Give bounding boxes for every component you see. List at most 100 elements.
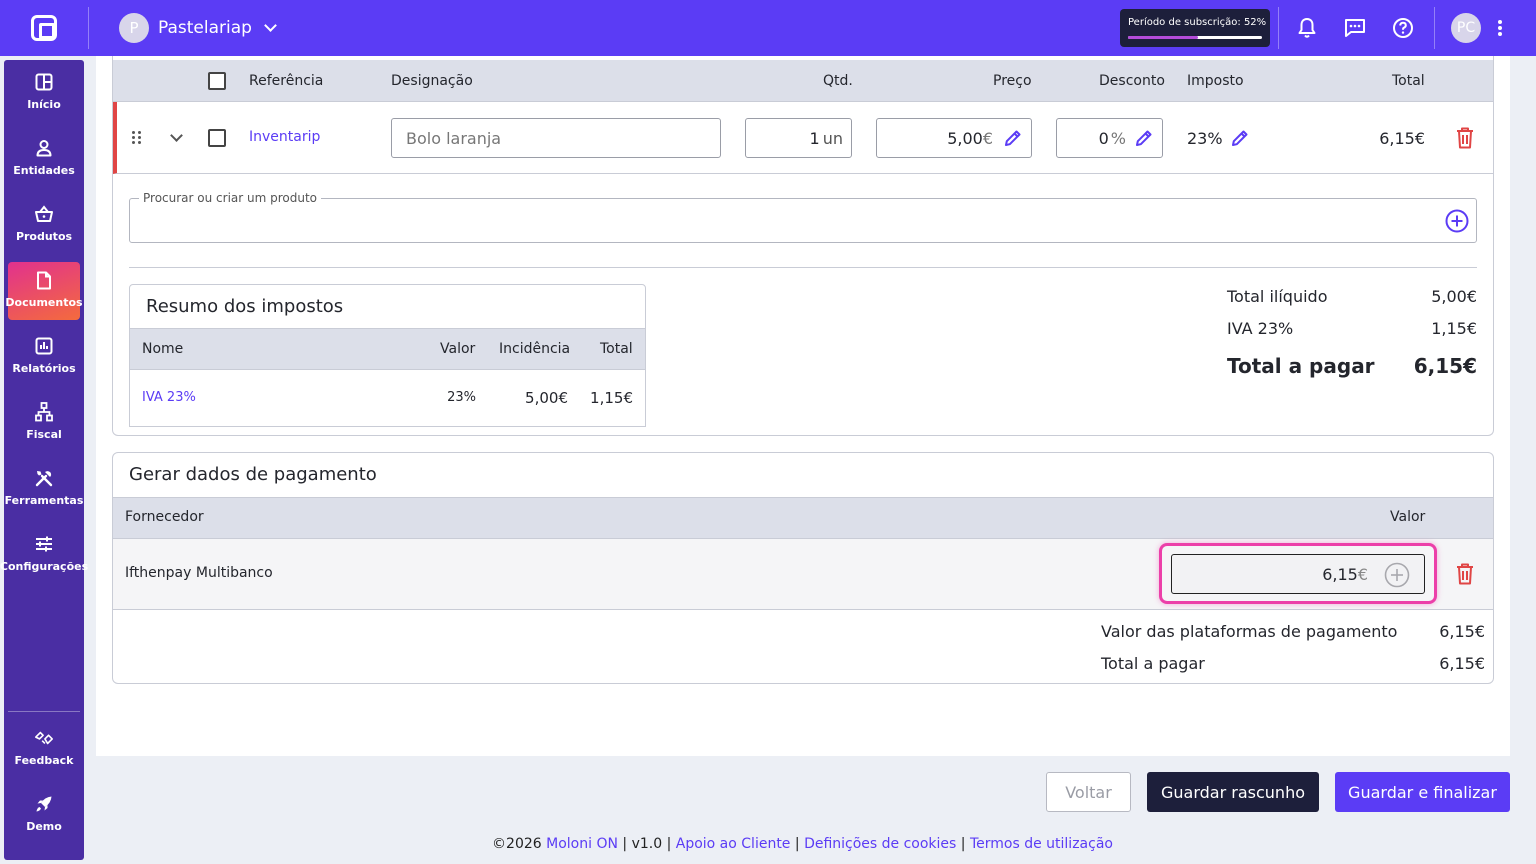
sidebar-item-configuracoes[interactable]: Configurações <box>0 526 88 584</box>
sidebar-item-produtos[interactable]: Produtos <box>8 196 80 254</box>
tax-header-total: Total <box>600 341 633 357</box>
sidebar-item-label: Documentos <box>5 296 83 309</box>
edit-tax-pencil-icon[interactable] <box>1230 128 1250 148</box>
sidebar-item-ferramentas[interactable]: Ferramentas <box>5 460 83 518</box>
basket-icon <box>34 204 54 224</box>
sidebar-item-fiscal[interactable]: Fiscal <box>8 394 80 452</box>
sidebar-item-inicio[interactable]: Início <box>8 64 80 122</box>
company-avatar: P <box>119 13 149 43</box>
bell-icon[interactable] <box>1295 16 1319 40</box>
line-total: 6,15€ <box>1379 129 1425 148</box>
divider <box>1278 7 1279 49</box>
payment-platforms-label: Valor das plataformas de pagamento <box>1101 622 1398 641</box>
quantity-input[interactable]: 1 un <box>745 118 852 158</box>
header-total: Total <box>1392 73 1425 89</box>
footer-separator: | <box>960 836 966 852</box>
save-finalize-button[interactable]: Guardar e finalizar <box>1335 772 1510 812</box>
designation-input[interactable]: Bolo laranja <box>391 118 721 158</box>
moloni-logo-icon[interactable] <box>31 15 57 41</box>
tax-header-name: Nome <box>142 341 184 357</box>
sidebar-item-label: Feedback <box>14 754 74 767</box>
product-reference-link[interactable]: Inventarip <box>249 129 320 145</box>
designation-value: Bolo laranja <box>406 128 502 148</box>
footer-separator: | <box>666 836 672 852</box>
person-icon <box>34 138 54 158</box>
delete-payment-trash-icon[interactable] <box>1456 563 1474 585</box>
vat-total-value: 1,15€ <box>1431 319 1477 338</box>
sidebar-item-label: Configurações <box>0 560 89 573</box>
subscription-progress-fill <box>1128 36 1198 39</box>
dashboard-icon <box>34 72 54 92</box>
company-selector[interactable]: P Pastelariap <box>119 13 277 43</box>
vat-total-label: IVA 23% <box>1227 319 1294 338</box>
sidebar-item-label: Demo <box>26 820 62 833</box>
section-divider <box>129 267 1477 268</box>
net-total-value: 5,00€ <box>1431 287 1477 306</box>
payment-total-label: Total a pagar <box>1101 654 1205 673</box>
product-search-input[interactable] <box>129 198 1477 243</box>
drag-handle-icon[interactable] <box>132 131 142 145</box>
payment-platforms-value: 6,15€ <box>1439 622 1485 641</box>
user-avatar[interactable]: PC <box>1451 13 1481 43</box>
footer-version: v1.0 <box>631 836 663 852</box>
tools-icon <box>34 468 54 488</box>
company-name: Pastelariap <box>158 18 252 38</box>
price-currency: € <box>982 128 993 148</box>
payment-currency: € <box>1357 565 1368 584</box>
tax-row-name-link[interactable]: IVA 23% <box>142 390 196 405</box>
sidebar-item-relatorios[interactable]: Relatórios <box>8 328 80 386</box>
back-button[interactable]: Voltar <box>1046 772 1131 812</box>
edit-discount-pencil-icon[interactable] <box>1134 128 1154 148</box>
edit-price-pencil-icon[interactable] <box>1003 128 1023 148</box>
tax-header-value: Valor <box>440 341 476 357</box>
delete-line-trash-icon[interactable] <box>1456 127 1474 149</box>
footer-brand-link[interactable]: Moloni ON <box>546 836 618 852</box>
subscription-period-badge[interactable]: Período de subscrição: 52% <box>1120 9 1270 47</box>
tax-summary-header: Nome Valor Incidência Total <box>130 328 645 370</box>
sidebar-item-feedback[interactable]: Feedback <box>8 720 80 778</box>
payment-total-value: 6,15€ <box>1439 654 1485 673</box>
header-price: Preço <box>993 73 1032 89</box>
divider <box>88 7 89 49</box>
payment-value-input[interactable]: 6,15€ <box>1171 554 1425 594</box>
add-circle-icon[interactable] <box>1384 562 1410 588</box>
select-all-checkbox[interactable] <box>208 72 226 90</box>
sidebar-item-label: Produtos <box>15 230 73 243</box>
document-icon <box>34 270 54 290</box>
footer-support-link[interactable]: Apoio ao Cliente <box>676 836 791 852</box>
footer-copyright: ©2026 <box>492 836 542 852</box>
header-designation: Designação <box>391 73 473 89</box>
header-tax: Imposto <box>1187 73 1244 89</box>
more-vertical-icon[interactable] <box>1488 16 1512 40</box>
sidebar-item-label: Entidades <box>13 164 75 177</box>
payment-data-title: Gerar dados de pagamento <box>129 464 377 485</box>
sidebar: Início Entidades Produtos Documentos Rel… <box>0 60 88 860</box>
payment-provider-name: Ifthenpay Multibanco <box>125 565 273 581</box>
add-product-plus-icon[interactable] <box>1445 209 1469 233</box>
save-draft-button[interactable]: Guardar rascunho <box>1147 772 1319 812</box>
footer-separator: | <box>794 836 800 852</box>
total-to-pay-value: 6,15€ <box>1413 354 1477 378</box>
payment-value: 6,15 <box>1322 565 1358 584</box>
help-icon[interactable] <box>1391 16 1415 40</box>
subscription-progress-bar <box>1128 36 1262 39</box>
subscription-label: Período de subscrição: 52% <box>1128 17 1267 28</box>
sidebar-item-label: Fiscal <box>26 428 62 441</box>
footer-cookies-link[interactable]: Definições de cookies <box>804 836 956 852</box>
sidebar-item-documentos[interactable]: Documentos <box>5 262 83 320</box>
payment-header-value: Valor <box>1390 509 1426 525</box>
footer-separator: | <box>622 836 628 852</box>
header-reference: Referência <box>249 73 324 89</box>
divider <box>1434 7 1435 49</box>
feedback-icon <box>34 728 54 748</box>
payment-header-provider: Fornecedor <box>125 509 204 525</box>
message-icon[interactable] <box>1343 16 1367 40</box>
products-table-header: Referência Designação Qtd. Preço Descont… <box>113 60 1493 102</box>
row-checkbox[interactable] <box>208 129 226 147</box>
chevron-down-icon <box>264 19 277 32</box>
footer: ©2026 Moloni ON | v1.0 | Apoio ao Client… <box>0 836 1536 852</box>
sidebar-item-entidades[interactable]: Entidades <box>8 130 80 188</box>
tax-header-incidence: Incidência <box>499 341 571 357</box>
footer-terms-link[interactable]: Termos de utilização <box>970 836 1113 852</box>
top-bar: P Pastelariap Período de subscrição: 52%… <box>0 0 1536 56</box>
